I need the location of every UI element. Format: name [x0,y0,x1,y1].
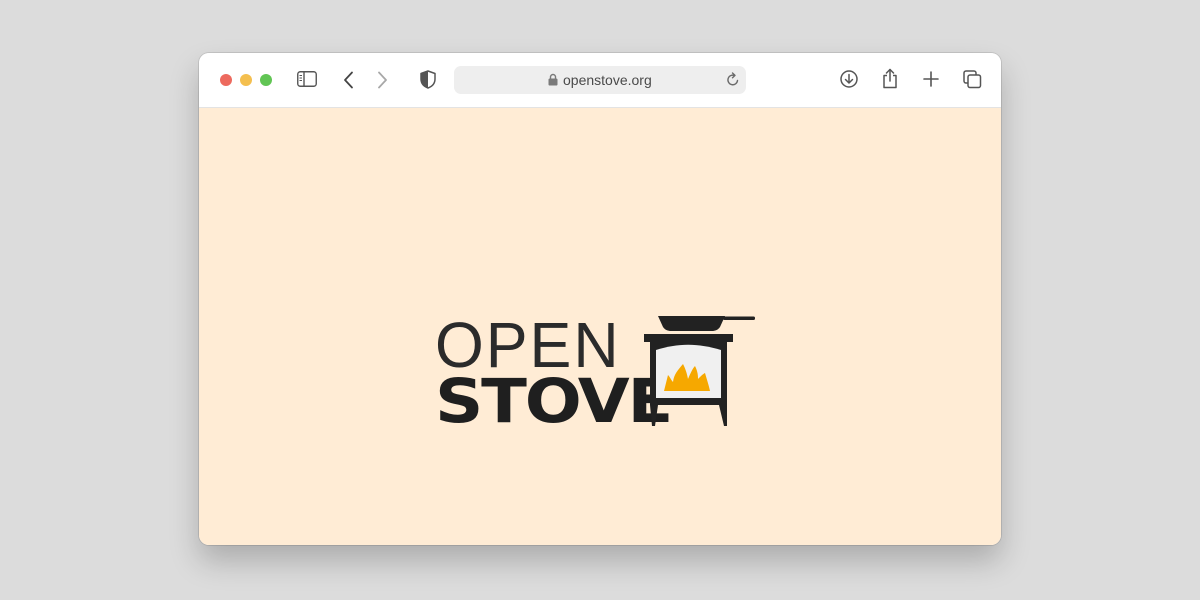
page-content: OPEN STOVE [199,108,1001,545]
zoom-window-button[interactable] [260,74,272,86]
logo-text-stove: STOVE [435,366,673,437]
browser-window: openstove.org OPEN STOVE [199,53,1001,545]
minimize-window-button[interactable] [240,74,252,86]
forward-icon[interactable] [376,71,388,89]
sidebar-icon[interactable] [297,71,317,87]
back-icon[interactable] [343,71,355,89]
download-icon[interactable] [840,70,858,88]
lock-icon [548,73,558,86]
share-icon[interactable] [882,68,898,89]
browser-toolbar: openstove.org [199,53,1001,108]
reload-icon[interactable] [726,72,740,87]
stove-icon [644,316,755,426]
new-tab-plus-icon[interactable] [923,71,939,87]
url-text: openstove.org [563,72,652,88]
address-bar[interactable]: openstove.org [454,66,746,94]
tabs-overview-icon[interactable] [963,70,982,89]
shield-icon[interactable] [420,70,436,89]
close-window-button[interactable] [220,74,232,86]
